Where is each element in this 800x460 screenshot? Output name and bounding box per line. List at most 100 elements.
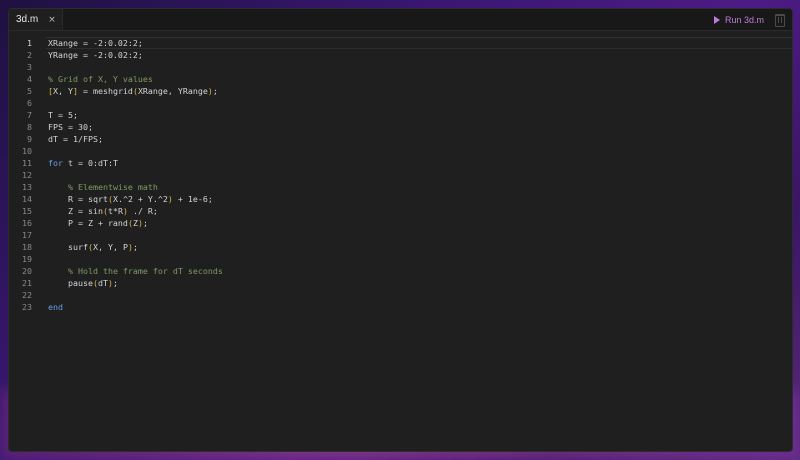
code-token: surf	[48, 242, 88, 252]
line-number: 6	[27, 98, 32, 108]
run-label: Run 3d.m	[724, 14, 764, 25]
code-comment: % Hold the frame for dT seconds	[67, 266, 223, 276]
code-line[interactable]: 15 Z = sin(t*R) ./ R;	[9, 205, 792, 217]
code-line[interactable]: 2 YRange = -2:0.02:2;	[9, 49, 792, 61]
code-token: ;	[212, 86, 218, 96]
line-number: 18	[22, 242, 32, 252]
code-token: dT = 1/FPS;	[48, 134, 103, 144]
code-token: ;	[142, 218, 148, 228]
code-line[interactable]: 14 R = sqrt(X.^2 + Y.^2) + 1e-6;	[9, 193, 792, 205]
line-number: 16	[22, 218, 32, 228]
code-line[interactable]: 16 P = Z + rand(Z);	[9, 217, 792, 229]
code-token: ;	[112, 278, 118, 288]
line-number: 17	[22, 230, 32, 240]
code-text: % Hold the frame for dT seconds	[48, 265, 223, 277]
line-number: 22	[22, 290, 32, 300]
code-line[interactable]: 11 for t = 0:dT:T	[9, 157, 792, 169]
line-number: 19	[22, 254, 32, 264]
code-token: T = 5;	[48, 110, 78, 120]
line-number: 21	[22, 278, 32, 288]
code-line[interactable]: 6	[9, 97, 792, 109]
code-keyword: for	[48, 158, 63, 168]
code-line[interactable]: 7 T = 5;	[9, 109, 792, 121]
code-text: % Grid of X, Y values	[48, 73, 153, 85]
code-token: FPS = 30;	[48, 122, 93, 132]
code-text: end	[48, 301, 63, 313]
code-line[interactable]: 3	[9, 61, 792, 73]
line-number: 9	[27, 134, 32, 144]
code-text: % Elementwise math	[48, 181, 158, 193]
trash-icon[interactable]	[775, 14, 785, 27]
code-line[interactable]: 18 surf(X, Y, P);	[9, 241, 792, 253]
code-text: dT = 1/FPS;	[48, 133, 103, 145]
tab-label: 3d.m	[16, 14, 39, 25]
code-token: Z = sin	[48, 206, 103, 216]
code-text: for t = 0:dT:T	[48, 157, 118, 169]
code-token: t*R	[107, 206, 123, 216]
code-line[interactable]: 13 % Elementwise math	[9, 181, 792, 193]
code-text: YRange = -2:0.02:2;	[48, 49, 143, 61]
code-text: R = sqrt(X.^2 + Y.^2) + 1e-6;	[48, 193, 213, 205]
line-number: 5	[27, 86, 32, 96]
line-number: 2	[27, 50, 32, 60]
code-editor[interactable]: 1 XRange = -2:0.02:2; 2 YRange = -2:0.02:2;…	[9, 37, 792, 451]
code-token: P = Z + rand	[48, 218, 128, 228]
code-keyword: end	[48, 302, 63, 312]
line-number: 1	[27, 38, 32, 48]
code-token: + 1e-6;	[172, 194, 213, 204]
code-token: XRange = -2:0.02:2;	[48, 38, 143, 48]
line-number: 8	[27, 122, 32, 132]
code-line[interactable]: 22	[9, 289, 792, 301]
code-token: X.^2 + Y.^2	[112, 194, 168, 204]
tab-bar: 3d.m × Run 3d.m	[9, 9, 792, 31]
code-token: dT	[97, 278, 108, 288]
code-line[interactable]: 17	[9, 229, 792, 241]
line-number: 20	[22, 266, 32, 276]
code-line[interactable]: 1 XRange = -2:0.02:2;	[9, 37, 792, 49]
code-token: ./ R;	[127, 206, 158, 216]
line-number: 11	[22, 158, 32, 168]
code-token: XRange, YRange	[137, 86, 208, 96]
code-token: = meshgrid	[77, 86, 133, 96]
code-line[interactable]: 19	[9, 253, 792, 265]
code-line[interactable]: 20 % Hold the frame for dT seconds	[9, 265, 792, 277]
run-button[interactable]: Run 3d.m	[713, 9, 764, 30]
code-text: pause(dT);	[48, 277, 118, 289]
code-line[interactable]: 12	[9, 169, 792, 181]
line-number: 13	[22, 182, 32, 192]
play-icon	[713, 15, 720, 24]
code-line[interactable]: 5 [X, Y] = meshgrid(XRange, YRange);	[9, 85, 792, 97]
code-text: P = Z + rand(Z);	[48, 217, 148, 229]
code-token: X, Y, P	[92, 242, 128, 252]
code-text: surf(X, Y, P);	[48, 241, 138, 253]
code-text: Z = sin(t*R) ./ R;	[48, 205, 158, 217]
code-comment: % Grid of X, Y values	[48, 74, 153, 84]
line-number: 10	[22, 146, 32, 156]
code-token: X, Y	[53, 86, 73, 96]
code-token: pause	[48, 278, 93, 288]
line-number: 4	[27, 74, 32, 84]
code-line[interactable]: 9 dT = 1/FPS;	[9, 133, 792, 145]
line-number: 14	[22, 194, 32, 204]
code-line[interactable]: 10	[9, 145, 792, 157]
code-token: R = sqrt	[48, 194, 108, 204]
line-number: 23	[22, 302, 32, 312]
code-line[interactable]: 23 end	[9, 301, 792, 313]
code-text: T = 5;	[48, 109, 78, 121]
code-line[interactable]: 8 FPS = 30;	[9, 121, 792, 133]
code-line[interactable]: 21 pause(dT);	[9, 277, 792, 289]
close-icon[interactable]: ×	[48, 15, 56, 25]
line-number: 12	[22, 170, 32, 180]
line-number: 15	[22, 206, 32, 216]
code-token: ;	[132, 242, 138, 252]
code-line[interactable]: 4 % Grid of X, Y values	[9, 73, 792, 85]
line-number: 3	[27, 62, 32, 72]
code-text: [X, Y] = meshgrid(XRange, YRange);	[48, 85, 218, 97]
code-token: YRange = -2:0.02:2;	[48, 50, 143, 60]
code-token: t = 0:dT:T	[63, 158, 118, 168]
editor-window: 3d.m × Run 3d.m 1 XRange = -2:0.02:2; 2 YRa…	[8, 8, 793, 452]
tab-3d-m[interactable]: 3d.m ×	[9, 9, 63, 30]
code-text: FPS = 30;	[48, 121, 93, 133]
